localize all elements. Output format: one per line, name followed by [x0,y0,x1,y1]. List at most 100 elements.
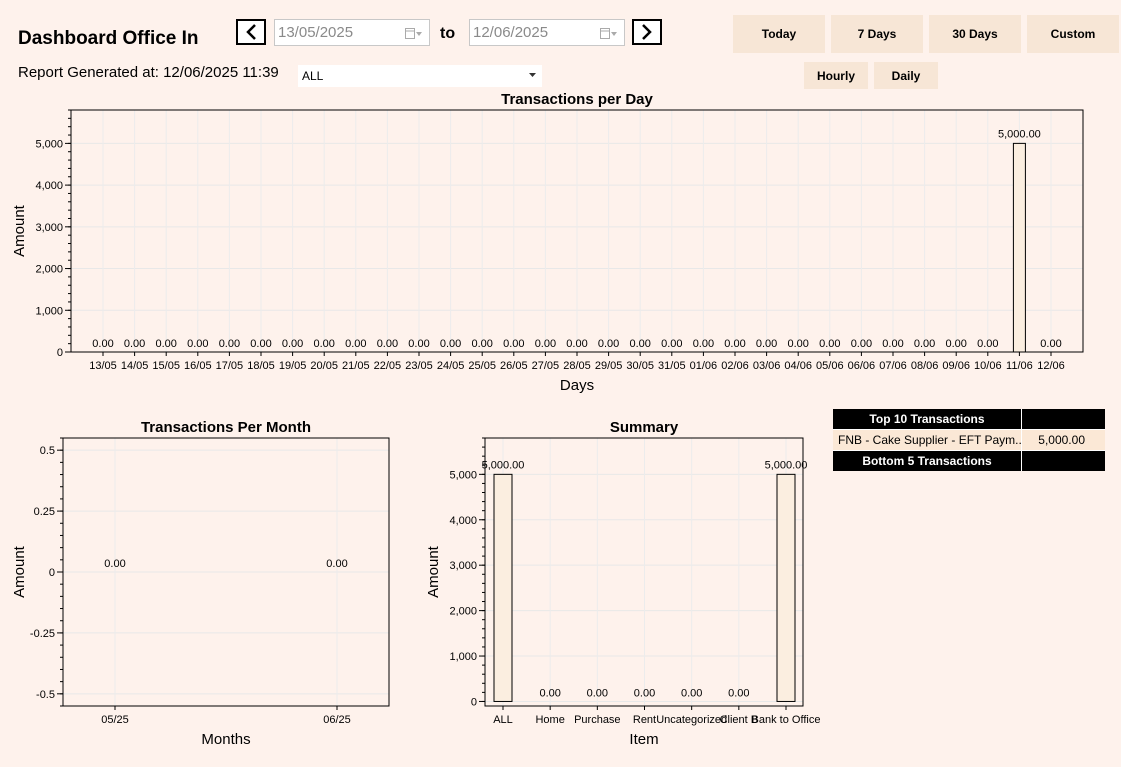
data-label: 0.00 [819,338,840,350]
data-label: 0.00 [124,338,145,350]
y-tick-label: -0.5 [36,689,55,701]
x-tick-label: 20/05 [310,360,338,372]
data-label: 0.00 [471,338,492,350]
x-tick-label: ALL [493,714,513,726]
data-label: 0.00 [693,338,714,350]
x-tick-label: 02/06 [721,360,749,372]
x-tick-label: Purchase [574,714,620,726]
x-tick-label: 19/05 [279,360,307,372]
y-axis-label: Amount [11,204,28,257]
x-tick-label: Uncategorized [656,714,727,726]
x-tick-label: 31/05 [658,360,686,372]
x-tick-label: 14/05 [121,360,149,372]
x-tick-label: 10/06 [974,360,1002,372]
x-axis-label: Item [629,731,658,748]
data-label: 0.00 [566,338,587,350]
x-tick-label: 29/05 [595,360,623,372]
transactions-table: Top 10 Transactions FNB - Cake Supplier … [833,409,1105,471]
x-tick-label: 12/06 [1037,360,1065,372]
x-tick-label: 05/06 [816,360,844,372]
data-label: 0.00 [851,338,872,350]
x-tick-label: 23/05 [405,360,433,372]
bar [776,473,796,702]
data-label: 0.00 [503,338,524,350]
x-tick-label: Bank to Office [752,714,821,726]
x-tick-label: 09/06 [942,360,970,372]
y-tick-label: 2,000 [449,606,477,618]
top-transactions-header: Top 10 Transactions [833,409,1105,429]
y-tick-label: 5,000 [35,138,63,150]
x-tick-label: Home [535,714,564,726]
x-tick-label: 11/06 [1006,360,1033,372]
chart-title: Summary [610,419,679,436]
x-tick-label: 03/06 [753,360,781,372]
x-tick-label: 25/05 [468,360,496,372]
x-tick-label: 24/05 [437,360,465,372]
data-label: 0.00 [977,338,998,350]
data-label: 0.00 [634,687,655,699]
data-label: 0.00 [629,338,650,350]
data-label: 0.00 [326,558,347,570]
charts-canvas: 0 1,000 2,000 3,000 4,000 5,000 0.00 13/05 0.00 1… [11,91,1084,748]
data-label: 0.00 [1040,338,1061,350]
data-label: 0.00 [535,338,556,350]
x-tick-label: 04/06 [784,360,812,372]
x-tick-label: 26/05 [500,360,528,372]
y-tick-label: 4,000 [35,180,63,192]
data-label: 0.00 [661,338,682,350]
transaction-amount: 5,000.00 [1038,433,1085,447]
data-label: 0.00 [914,338,935,350]
y-tick-label: 0 [57,347,63,359]
x-tick-label: 06/25 [323,714,351,726]
x-tick-label: 01/06 [690,360,718,372]
data-label: 0.00 [440,338,461,350]
x-tick-label: 28/05 [563,360,591,372]
y-tick-label: 1,000 [35,305,63,317]
transaction-description: FNB - Cake Supplier - EFT Paym... [833,430,1022,450]
y-tick-label: 0 [471,696,477,708]
y-tick-label: 3,000 [449,560,477,572]
data-label: 5,000.00 [765,459,808,471]
data-label: 0.00 [756,338,777,350]
data-label: 0.00 [587,687,608,699]
data-label: 0.00 [882,338,903,350]
y-tick-label: 2,000 [35,264,63,276]
data-label: 0.00 [345,338,366,350]
data-label: 0.00 [250,338,271,350]
data-label: 0.00 [408,338,429,350]
bar [493,473,513,702]
x-tick-label: 05/25 [101,714,129,726]
data-label: 0.00 [681,687,702,699]
data-label: 0.00 [377,338,398,350]
x-tick-label: 30/05 [626,360,654,372]
data-label: 0.00 [787,338,808,350]
x-tick-label: 15/05 [152,360,180,372]
x-axis-label: Months [201,731,250,748]
y-tick-label: 3,000 [35,222,63,234]
data-label: 0.00 [598,338,619,350]
x-tick-label: 07/06 [879,360,907,372]
data-label: 0.00 [155,338,176,350]
y-tick-label: 1,000 [449,651,477,663]
chart-title: Transactions Per Month [141,419,311,436]
y-tick-label: -0.25 [30,628,55,640]
chart-title: Transactions per Day [501,91,653,108]
y-axis-label: Amount [425,545,442,598]
data-label: 0.00 [187,338,208,350]
bottom-transactions-title: Bottom 5 Transactions [833,451,1022,471]
bottom-transactions-header: Bottom 5 Transactions [833,451,1105,471]
bar [1012,142,1026,353]
y-tick-label: 5,000 [449,469,477,481]
data-label: 5,000.00 [998,128,1041,140]
top-transactions-title: Top 10 Transactions [833,409,1022,429]
x-axis-label: Days [560,377,594,394]
y-tick-label: 0.25 [34,506,55,518]
x-tick-label: 08/06 [911,360,939,372]
x-tick-label: 13/05 [89,360,117,372]
data-label: 0.00 [728,687,749,699]
x-tick-label: 16/05 [184,360,212,372]
data-label: 0.00 [282,338,303,350]
table-row[interactable]: FNB - Cake Supplier - EFT Paym... 5,000.… [833,430,1105,450]
x-tick-label: 21/05 [342,360,370,372]
y-tick-label: 0.5 [40,445,55,457]
